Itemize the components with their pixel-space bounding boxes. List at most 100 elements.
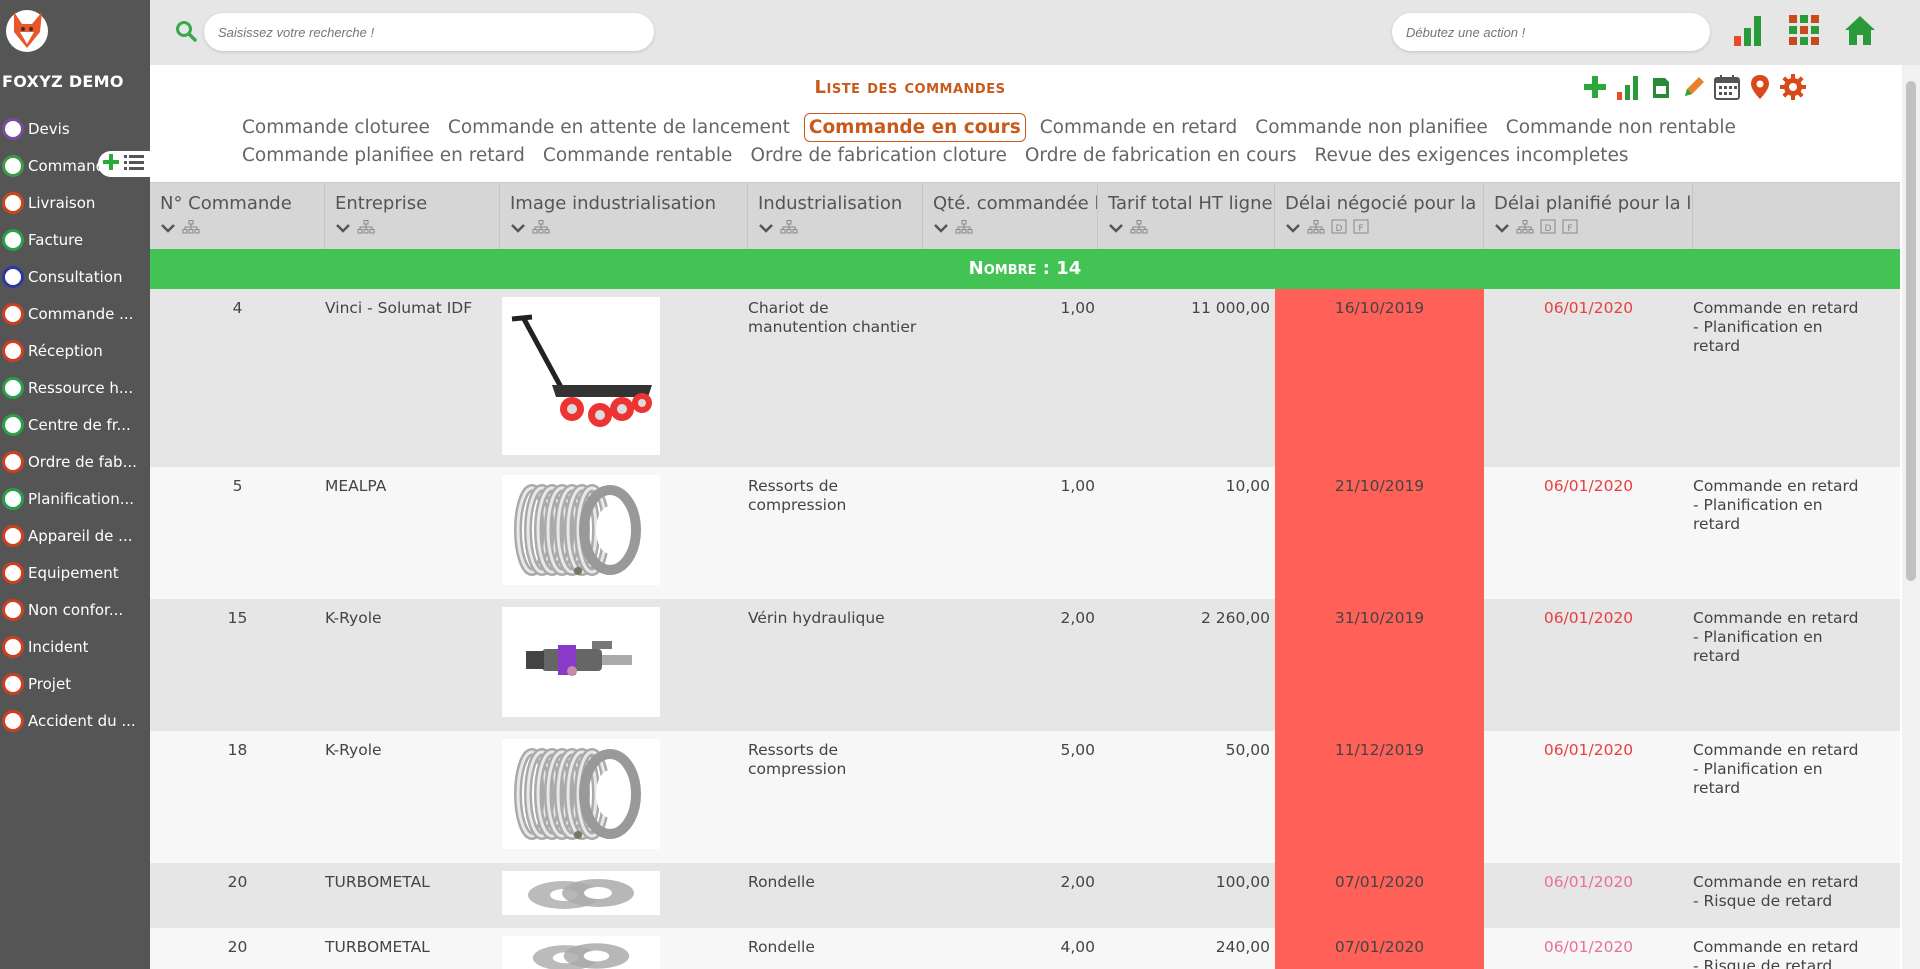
column-header[interactable]: N° Commande [150, 183, 325, 255]
sort-chevron-down-icon[interactable] [933, 218, 949, 239]
sidebar-item[interactable]: Accident du ... [0, 702, 150, 739]
order-status: Commande en retard - Risque de retard [1693, 938, 1859, 969]
quick-list-icon[interactable] [124, 153, 144, 175]
column-header[interactable]: Qté. commandée ligne [923, 183, 1098, 255]
table-row[interactable]: 15 K-Ryole Vérin hydraulique 2,00 2 260,00 31… [150, 599, 1900, 731]
table-header: N° Commande Entreprise Image industrialisa… [150, 182, 1900, 255]
table-row[interactable]: 4 Vinci - Solumat IDF Chariot de manutenti… [150, 289, 1900, 467]
sidebar-item[interactable]: Command [0, 147, 150, 184]
sort-chevron-down-icon[interactable] [510, 218, 526, 239]
total-price: 100,00 [1215, 873, 1270, 891]
action-input[interactable] [1392, 13, 1710, 51]
filter-link[interactable]: Commande en retard [1036, 114, 1242, 141]
apps-grid-icon[interactable] [1786, 12, 1822, 48]
map-pin-icon[interactable] [1745, 71, 1774, 103]
chart-icon[interactable] [1613, 71, 1642, 103]
industrialisation-image[interactable] [502, 739, 660, 849]
date-debut-icon[interactable]: D [1331, 218, 1347, 239]
order-number: 18 [227, 741, 248, 759]
filter-link[interactable]: Commande non planifiee [1251, 114, 1492, 141]
sidebar-item-icon [2, 635, 24, 658]
sort-chevron-down-icon[interactable] [1285, 218, 1301, 239]
sort-chevron-down-icon[interactable] [335, 218, 351, 239]
sidebar-item-label: Command [28, 156, 106, 175]
date-fin-icon[interactable]: F [1562, 218, 1578, 239]
sidebar-item[interactable]: Planification... [0, 480, 150, 517]
filter-link[interactable]: Commande rentable [539, 142, 737, 169]
sidebar-item[interactable]: Ordre de fab... [0, 443, 150, 480]
group-hierarchy-icon[interactable] [1516, 218, 1534, 239]
sidebar-item[interactable]: Projet [0, 665, 150, 702]
sidebar-item[interactable]: Réception [0, 332, 150, 369]
sidebar-item[interactable]: Livraison [0, 184, 150, 221]
group-hierarchy-icon[interactable] [1130, 218, 1148, 239]
filter-link[interactable]: Commande en attente de lancement [444, 114, 794, 141]
sidebar-item[interactable]: Appareil de ... [0, 517, 150, 554]
filter-link[interactable]: Commande planifiee en retard [238, 142, 529, 169]
sort-chevron-down-icon[interactable] [160, 218, 176, 239]
table-row[interactable]: 18 K-Ryole Ressorts de compression 5,00 50,0… [150, 731, 1900, 863]
sidebar-item[interactable]: Consultation [0, 258, 150, 295]
sort-chevron-down-icon[interactable] [1108, 218, 1124, 239]
sidebar-item[interactable]: Commande ... [0, 295, 150, 332]
quick-add-icon[interactable] [102, 153, 120, 175]
sidebar-item-label: Livraison [28, 193, 96, 212]
column-header[interactable]: Délai négocié pour la ligneDF [1275, 183, 1484, 255]
filter-link[interactable]: Commande en cours [803, 113, 1026, 142]
add-icon[interactable] [1580, 71, 1609, 103]
company-name: K-Ryole [325, 609, 382, 627]
settings-gear-icon[interactable] [1778, 71, 1807, 103]
statistics-icon[interactable] [1730, 12, 1766, 48]
table-row[interactable]: 20 TURBOMETAL Rondelle 4,00 240,00 07/01/2020… [150, 928, 1900, 969]
group-hierarchy-icon[interactable] [532, 218, 550, 239]
group-hierarchy-icon[interactable] [182, 218, 200, 239]
total-price: 2 260,00 [1200, 609, 1270, 627]
sidebar-item[interactable]: Equipement [0, 554, 150, 591]
sidebar-item[interactable]: Devis [0, 110, 150, 147]
industrialisation-image[interactable] [502, 936, 660, 969]
calendar-icon[interactable] [1712, 71, 1741, 103]
sidebar-item-label: Commande ... [28, 304, 134, 323]
column-sorters [1108, 218, 1274, 239]
filter-link[interactable]: Ordre de fabrication cloture [746, 142, 1010, 169]
sidebar-item[interactable]: Ressource h... [0, 369, 150, 406]
sidebar-item[interactable]: Centre de fr... [0, 406, 150, 443]
industrialisation-image[interactable] [502, 297, 660, 455]
group-hierarchy-icon[interactable] [780, 218, 798, 239]
filter-link[interactable]: Ordre de fabrication en cours [1021, 142, 1301, 169]
sidebar-item-label: Devis [28, 119, 70, 138]
sidebar-item[interactable]: Non confor... [0, 591, 150, 628]
scrollbar-thumb[interactable] [1906, 81, 1916, 581]
column-header[interactable]: Industrialisation [748, 183, 923, 255]
filter-link[interactable]: Commande non rentable [1502, 114, 1740, 141]
negotiated-date: 16/10/2019 [1334, 299, 1425, 317]
home-icon[interactable] [1842, 12, 1878, 48]
filter-link[interactable]: Revue des exigences incompletes [1311, 142, 1633, 169]
column-header[interactable]: Délai planifié pour la ligneDF [1484, 183, 1693, 255]
search-icon[interactable] [175, 20, 197, 46]
column-header[interactable]: Tarif total HT ligne [1098, 183, 1275, 255]
scrollbar[interactable] [1902, 65, 1920, 969]
table-row[interactable]: 5 MEALPA Ressorts de compression 1,00 10,00 2… [150, 467, 1900, 599]
industrialisation-image[interactable] [502, 607, 660, 717]
sort-chevron-down-icon[interactable] [1494, 218, 1510, 239]
table-row[interactable]: 20 TURBOMETAL Rondelle 2,00 100,00 07/01/2020… [150, 863, 1900, 928]
sidebar-item[interactable]: Facture [0, 221, 150, 258]
date-debut-icon[interactable]: D [1540, 218, 1556, 239]
export-icon[interactable] [1646, 71, 1675, 103]
filter-link[interactable]: Commande cloturee [238, 114, 434, 141]
column-header[interactable]: Image industrialisation [500, 183, 748, 255]
industrialisation-image[interactable] [502, 475, 660, 585]
search-input[interactable] [204, 13, 654, 51]
fox-logo-icon[interactable] [4, 4, 50, 54]
date-fin-icon[interactable]: F [1353, 218, 1369, 239]
group-hierarchy-icon[interactable] [1307, 218, 1325, 239]
sort-chevron-down-icon[interactable] [758, 218, 774, 239]
sidebar-item[interactable]: Incident [0, 628, 150, 665]
edit-icon[interactable] [1679, 71, 1708, 103]
column-header[interactable] [1693, 183, 1900, 255]
group-hierarchy-icon[interactable] [955, 218, 973, 239]
industrialisation-image[interactable] [502, 871, 660, 915]
column-header[interactable]: Entreprise [325, 183, 500, 255]
group-hierarchy-icon[interactable] [357, 218, 375, 239]
